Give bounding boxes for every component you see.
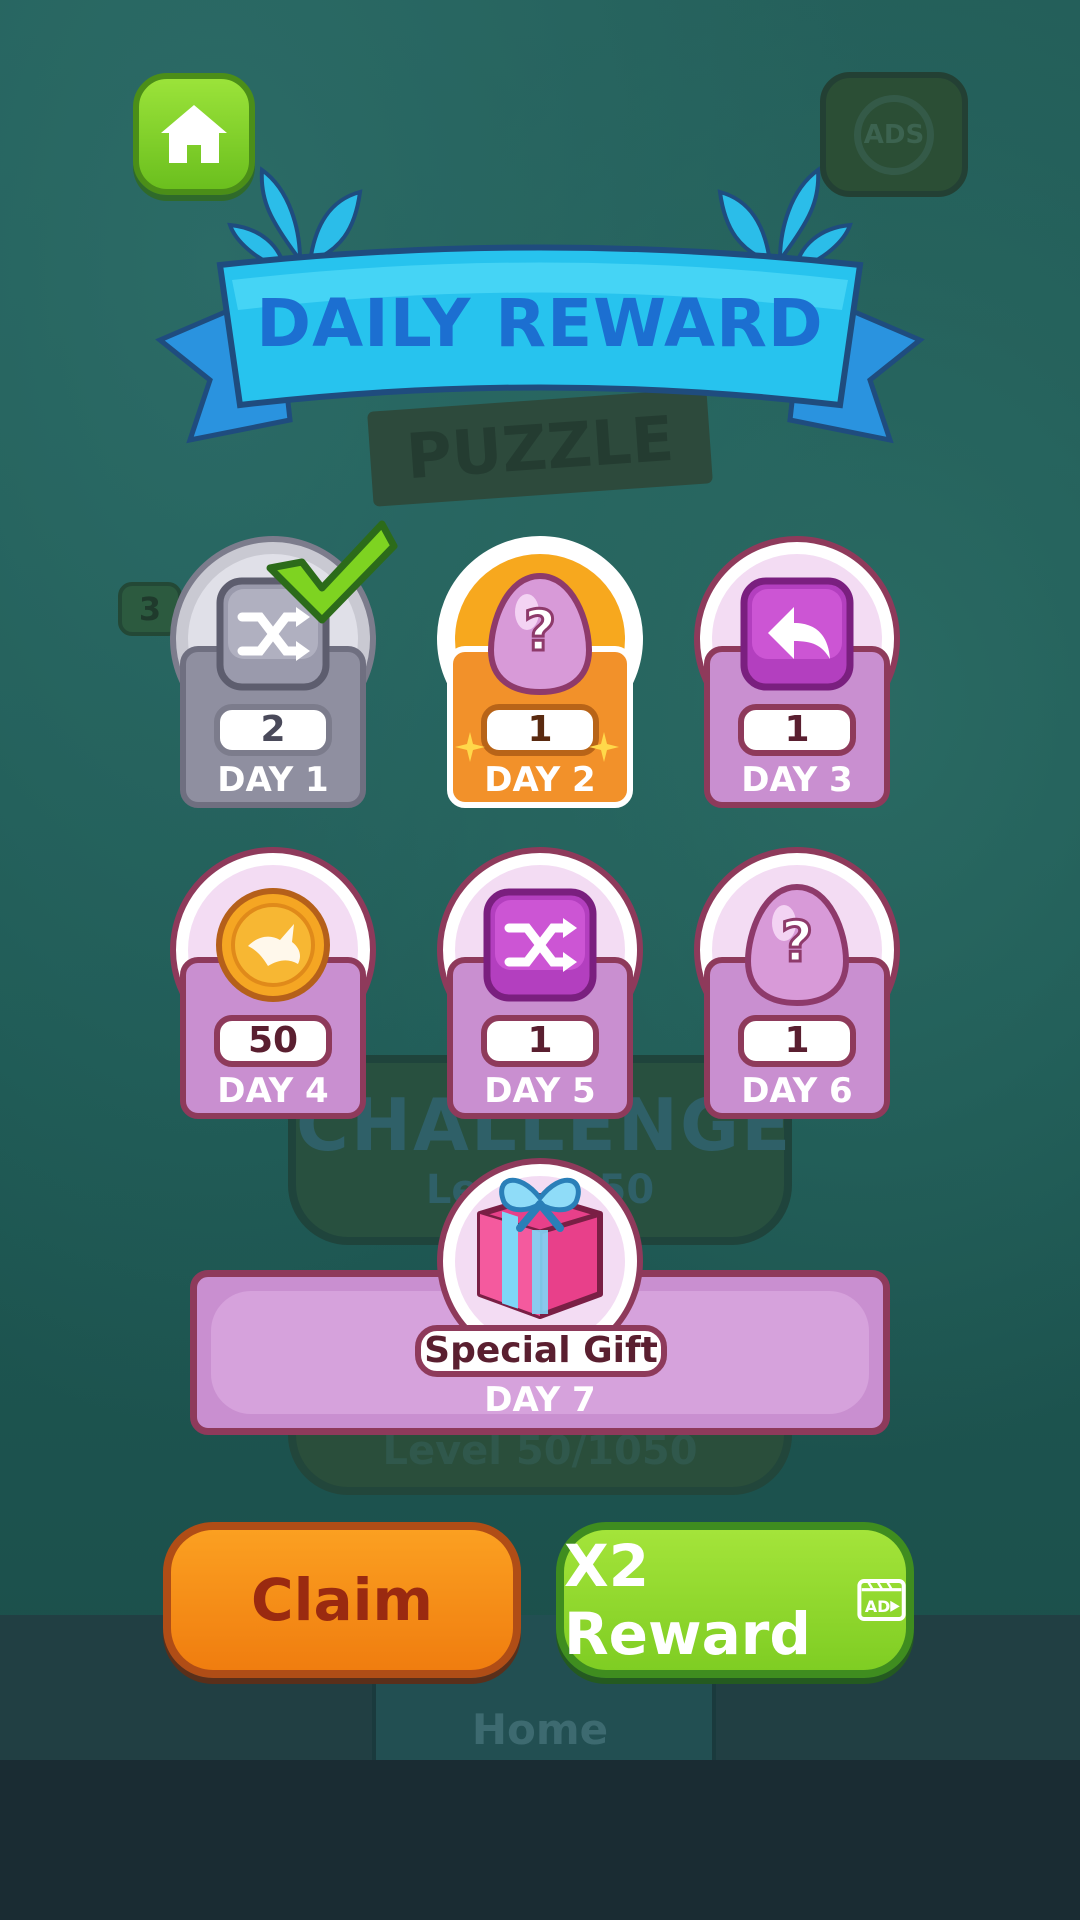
day-6-label: DAY 6 [741,1071,853,1111]
video-ad-icon: AD [857,1579,906,1621]
x2-reward-button[interactable]: X2 Reward AD [556,1522,914,1678]
svg-text:AD: AD [865,1597,890,1616]
day-4-card[interactable]: 50 DAY 4 [170,847,380,1127]
day-7-reward-text: Special Gift [415,1325,667,1377]
gift-box-icon [477,1177,603,1319]
undo-icon [740,577,854,691]
day-7-label: DAY 7 [484,1380,596,1420]
mystery-egg-icon: ? [744,883,850,1007]
mystery-egg-icon: ? [487,572,593,696]
day-3-count: 1 [738,704,856,756]
background-nav-home-label: Home [471,1705,609,1754]
coin-icon [216,888,330,1002]
svg-text:?: ? [524,599,556,664]
day-5-count: 1 [481,1015,599,1067]
day-3-card[interactable]: 1 DAY 3 [694,536,904,816]
day-5-card[interactable]: 1 DAY 5 [437,847,647,1127]
day-4-count: 50 [214,1015,332,1067]
sparkle-icon [589,732,619,762]
day-6-card[interactable]: ? 1 DAY 6 [694,847,904,1127]
day-5-label: DAY 5 [484,1071,596,1111]
day-2-card[interactable]: ? 1 DAY 2 [437,536,647,816]
svg-text:?: ? [781,910,813,975]
day-2-label: DAY 2 [484,760,596,800]
day-4-label: DAY 4 [217,1071,329,1111]
claim-button[interactable]: Claim [163,1522,521,1678]
day-6-count: 1 [738,1015,856,1067]
bottom-bar [0,1760,1080,1920]
day-1-label: DAY 1 [217,760,329,800]
checkmark-icon [266,520,398,624]
day-1-card[interactable]: 2 DAY 1 [170,520,398,816]
sparkle-icon [455,732,485,762]
x2-reward-button-label: X2 Reward [564,1532,811,1668]
day-1-count: 2 [214,704,332,756]
banner-title: DAILY REWARD [256,285,824,362]
shuffle-icon [483,888,597,1002]
day-3-label: DAY 3 [741,760,853,800]
day-2-count: 1 [481,704,599,756]
claim-button-label: Claim [251,1566,433,1634]
